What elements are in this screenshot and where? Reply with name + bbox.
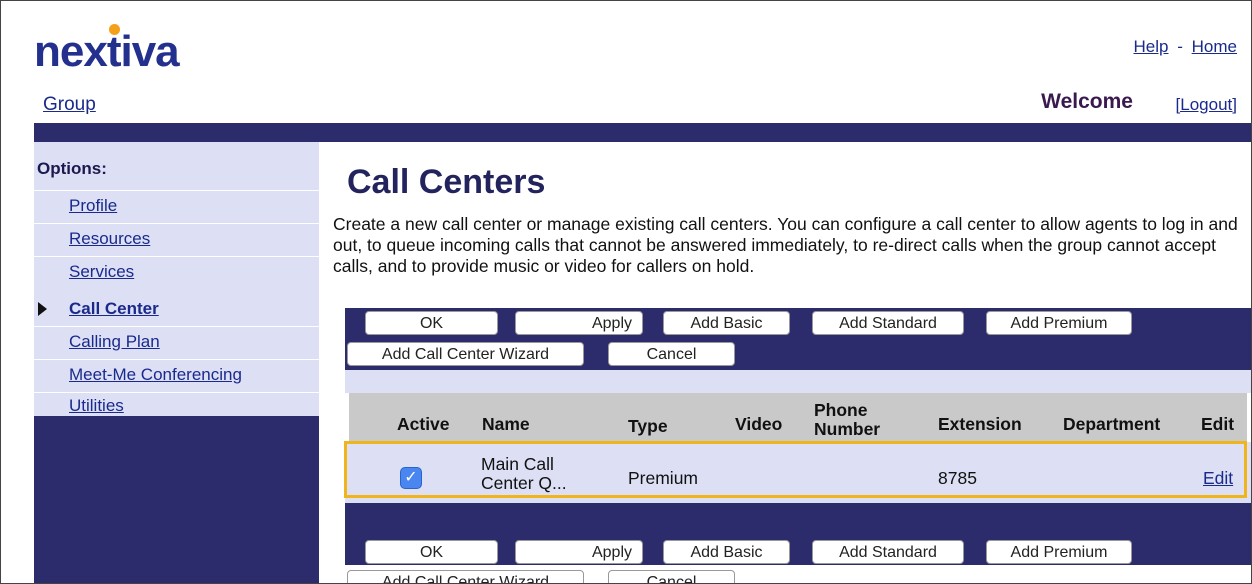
- apply-button[interactable]: Apply: [515, 540, 643, 564]
- add-premium-button[interactable]: Add Premium: [986, 540, 1132, 564]
- help-link[interactable]: Help: [1134, 37, 1169, 56]
- table-spacer: [345, 370, 1251, 393]
- sidebar-item-label[interactable]: Utilities: [69, 396, 124, 416]
- add-premium-button[interactable]: Add Premium: [986, 311, 1132, 335]
- sidebar-item-services[interactable]: Services: [34, 256, 319, 289]
- options-heading: Options:: [37, 159, 107, 178]
- col-phone-number: Phone Number: [814, 401, 880, 439]
- sidebar-item-utilities[interactable]: Utilities: [34, 392, 319, 417]
- sidebar-item-resources[interactable]: Resources: [34, 223, 319, 256]
- apply-button[interactable]: Apply: [515, 311, 643, 335]
- sidebar-item-call-center[interactable]: Call Center: [34, 294, 319, 326]
- col-video: Video: [735, 414, 783, 434]
- nextiva-logo: nex tiva: [34, 24, 180, 77]
- bottom-button-bar: OK Apply Add Basic Add Standard Add Prem…: [345, 503, 1251, 583]
- add-standard-button[interactable]: Add Standard: [812, 540, 964, 564]
- welcome-text: Welcome: [1041, 90, 1133, 113]
- page-title: Call Centers: [347, 163, 546, 201]
- ok-button[interactable]: OK: [365, 540, 498, 564]
- sidebar-item-profile[interactable]: Profile: [34, 190, 319, 223]
- cancel-button[interactable]: Cancel: [608, 342, 735, 366]
- col-active: Active: [397, 414, 450, 434]
- add-basic-button[interactable]: Add Basic: [663, 311, 790, 335]
- logo-text-1: nex: [34, 27, 108, 76]
- top-nav-bar: [34, 123, 1251, 142]
- add-call-center-wizard-button[interactable]: Add Call Center Wizard: [347, 570, 584, 583]
- home-link[interactable]: Home: [1192, 37, 1237, 56]
- col-name: Name: [482, 414, 530, 434]
- row-highlight-box: [344, 441, 1247, 498]
- sidebar-options-panel: Options: Profile Resources Services Call…: [34, 142, 319, 416]
- sidebar-item-calling-plan[interactable]: Calling Plan: [34, 326, 319, 359]
- add-basic-button[interactable]: Add Basic: [663, 540, 790, 564]
- col-phone-line2: Number: [814, 419, 881, 439]
- logo-text-3: iva: [120, 27, 179, 76]
- sidebar-item-label[interactable]: Call Center: [69, 299, 159, 319]
- link-separator: -: [1177, 37, 1183, 56]
- col-extension: Extension: [938, 414, 1022, 434]
- cancel-button[interactable]: Cancel: [608, 570, 735, 583]
- col-edit: Edit: [1201, 414, 1235, 434]
- top-links: Help - Home: [1134, 37, 1237, 57]
- sidebar: Options: Profile Resources Services Call…: [34, 142, 319, 583]
- sidebar-item-label[interactable]: Resources: [69, 229, 150, 249]
- page-description: Create a new call center or manage exist…: [333, 214, 1238, 276]
- ok-button[interactable]: OK: [365, 311, 498, 335]
- logo-dot-icon: [108, 24, 120, 35]
- sidebar-item-label[interactable]: Profile: [69, 196, 117, 216]
- col-type: Type: [628, 416, 668, 436]
- sidebar-item-label[interactable]: Meet-Me Conferencing: [69, 365, 242, 385]
- sidebar-item-label[interactable]: Calling Plan: [69, 332, 160, 352]
- add-call-center-wizard-button[interactable]: Add Call Center Wizard: [347, 342, 584, 366]
- top-button-bar: OK Apply Add Basic Add Standard Add Prem…: [345, 308, 1251, 370]
- current-arrow-icon: [38, 302, 47, 316]
- col-phone-line1: Phone: [814, 400, 868, 420]
- sidebar-item-label[interactable]: Services: [69, 262, 134, 282]
- table-header: Active Name Type Video Phone Number Exte…: [349, 393, 1247, 442]
- sidebar-item-meet-me-conferencing[interactable]: Meet-Me Conferencing: [34, 359, 319, 392]
- logout-link[interactable]: [Logout]: [1176, 95, 1237, 115]
- group-link[interactable]: Group: [43, 94, 96, 116]
- app-window: nex tiva Help - Home Group Welcome [Logou…: [0, 0, 1252, 584]
- add-standard-button[interactable]: Add Standard: [812, 311, 964, 335]
- col-department: Department: [1063, 414, 1161, 434]
